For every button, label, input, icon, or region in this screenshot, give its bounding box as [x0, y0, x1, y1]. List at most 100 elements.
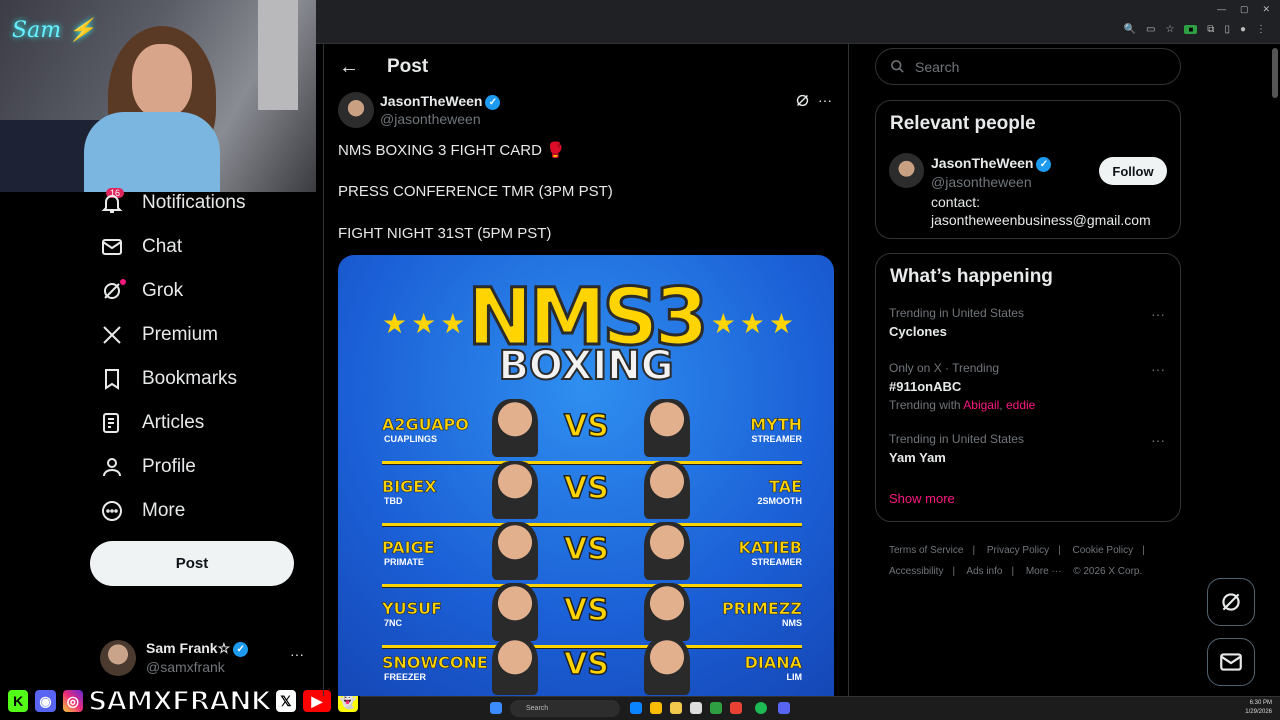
fighter-left-sub: TBD [384, 496, 403, 506]
trend-link[interactable]: Abigail [963, 398, 999, 412]
account-switcher[interactable]: Sam Frank☆ ✓ @samxfrank ··· [100, 638, 310, 678]
webcam-face [132, 44, 192, 118]
nav-grok[interactable]: Grok [100, 279, 183, 303]
footer-ads[interactable]: Ads info [966, 566, 1002, 577]
trend-topic: Yam Yam [889, 450, 946, 465]
footer-terms[interactable]: Terms of Service [889, 545, 963, 556]
trend-item[interactable]: Trending in United States Yam Yam ··· [889, 432, 1173, 465]
fighter-left: SNOWCONE [382, 653, 488, 673]
footer-privacy[interactable]: Privacy Policy [987, 545, 1049, 556]
nav-bookmarks[interactable]: Bookmarks [100, 367, 237, 391]
search-input[interactable]: Search [875, 48, 1181, 85]
nav-chat[interactable]: Chat [100, 235, 182, 259]
bookmark-icon [105, 369, 119, 390]
menu-icon[interactable]: ⋮ [1256, 24, 1266, 35]
footer-more[interactable]: More ··· [1026, 566, 1062, 577]
nav-notifications[interactable]: Notifications [100, 191, 246, 215]
person-avatar[interactable] [889, 153, 924, 188]
kick-icon: K [6, 688, 31, 714]
system-clock[interactable]: 6:30 PM 1/29/2026 [1245, 699, 1272, 717]
app-icon[interactable] [730, 702, 742, 714]
spotify-icon[interactable] [755, 702, 767, 714]
profile-icon[interactable]: ● [1240, 24, 1246, 35]
tweet-text-line: FIGHT NIGHT 31ST (5PM PST) [338, 225, 552, 242]
person-name: JasonTheWeen [931, 155, 1034, 171]
trend-more-icon[interactable]: ··· [1151, 432, 1165, 448]
extension-badge[interactable]: ■ [1184, 25, 1198, 34]
trend-more-icon[interactable]: ··· [1151, 361, 1165, 377]
windows-start-icon[interactable] [490, 702, 502, 714]
follow-button[interactable]: Follow [1099, 157, 1167, 185]
trend-item[interactable]: Only on X · Trending #911onABC Trending … [889, 361, 1173, 412]
window-controls[interactable]: — ▢ ✕ [1217, 4, 1270, 15]
fight-row: A2GUAPO CUAPLINGS VS MYTH STREAMER [382, 399, 802, 465]
fight-row: PAIGE PRIMATE VS KATIEB STREAMER [382, 522, 802, 588]
extensions-icon[interactable]: ⧉ [1207, 24, 1214, 35]
account-name-row: Sam Frank☆ ✓ [146, 640, 249, 657]
post-more-icon[interactable]: ··· [818, 92, 832, 108]
nav-label: Grok [142, 280, 184, 301]
fighter-right-sub: 2SMOOTH [757, 496, 802, 506]
explorer-icon[interactable] [670, 702, 682, 714]
star-icon[interactable]: ☆ [1165, 24, 1174, 35]
account-more-icon[interactable]: ··· [290, 646, 304, 662]
back-arrow-icon[interactable]: ← [339, 56, 359, 79]
fighter-right-illustration [644, 583, 690, 641]
fighter-left-illustration [492, 583, 538, 641]
author-name-row[interactable]: JasonTheWeen ✓ [380, 93, 501, 110]
author-handle[interactable]: @jasontheween [380, 111, 481, 127]
fight-card-image[interactable]: ★★★ ★★★ NMS3 BOXING A2GUAPO CUAPLINGS VS… [338, 255, 834, 696]
discord-icon: ◉ [33, 688, 58, 714]
footer-cookie[interactable]: Cookie Policy [1073, 545, 1134, 556]
footer-accessibility[interactable]: Accessibility [889, 566, 943, 577]
trend-link[interactable]: eddie [1006, 398, 1035, 412]
scrollbar[interactable] [1272, 48, 1278, 98]
grok-fab[interactable] [1207, 578, 1255, 626]
poster-subtitle: BOXING [497, 342, 674, 390]
search-placeholder: Search [915, 58, 960, 75]
fighter-right-illustration [644, 461, 690, 519]
nav-premium[interactable]: Premium [100, 323, 218, 347]
avatar [100, 640, 136, 676]
trend-context: Trending in United States [889, 432, 1024, 446]
grok-explain-icon[interactable] [794, 92, 811, 109]
card-title: What’s happening [890, 266, 1053, 287]
show-more-link[interactable]: Show more [889, 491, 955, 506]
fight-row: YUSUF 7NC VS PRIMEZZ NMS [382, 583, 802, 649]
tweet-text-line: NMS BOXING 3 FIGHT CARD 🥊 [338, 142, 565, 159]
mail-icon [102, 239, 122, 255]
nav-profile[interactable]: Profile [100, 455, 196, 479]
obs-icon[interactable] [710, 702, 722, 714]
trend-with-label: Trending with [889, 398, 961, 412]
person-name-row[interactable]: JasonTheWeen ✓ [931, 155, 1052, 172]
store-icon[interactable] [690, 702, 702, 714]
messages-fab[interactable] [1207, 638, 1255, 686]
zoom-icon[interactable]: 🔍 [1124, 24, 1136, 35]
edge-icon[interactable] [630, 702, 642, 714]
trend-more-icon[interactable]: ··· [1151, 306, 1165, 322]
cast-icon[interactable]: ▭ [1146, 24, 1155, 35]
verified-badge-icon: ✓ [233, 641, 249, 657]
chrome-icon[interactable] [650, 702, 662, 714]
fighter-right-illustration [644, 399, 690, 457]
browser-actions: 🔍 ▭ ☆ ■ ⧉ ▯ ● ⋮ [1124, 24, 1266, 35]
sidebar-icon[interactable]: ▯ [1224, 24, 1230, 35]
author-avatar[interactable] [338, 92, 374, 128]
webcam-shirt [84, 112, 220, 192]
article-icon [103, 413, 119, 433]
post-button[interactable]: Post [90, 541, 294, 586]
trend-context: Only on X · Trending [889, 361, 1000, 375]
nav-label: Bookmarks [142, 368, 238, 389]
vs-label: VS [563, 592, 609, 629]
taskbar-search[interactable]: Search [510, 700, 620, 717]
account-handle: @samxfrank [146, 659, 225, 675]
fighter-right: KATIEB [738, 538, 802, 558]
trend-context: Trending in United States [889, 306, 1024, 320]
footer-copyright: © 2026 X Corp. [1073, 566, 1143, 577]
trend-item[interactable]: Trending in United States Cyclones ··· [889, 306, 1173, 339]
nav-more[interactable]: More [100, 499, 185, 523]
discord-taskbar-icon[interactable] [778, 702, 790, 714]
person-bio-email: jasontheweenbusiness@gmail.com [931, 212, 1151, 228]
nav-articles[interactable]: Articles [100, 411, 204, 435]
vs-label: VS [563, 408, 609, 445]
